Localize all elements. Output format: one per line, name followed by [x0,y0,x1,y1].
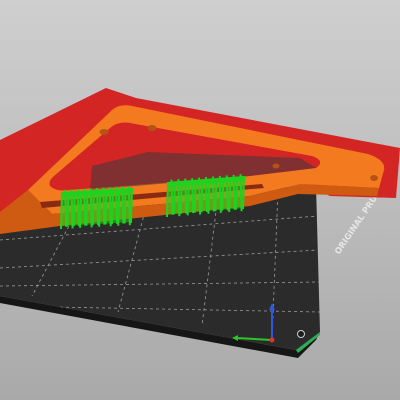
support-pillar [60,191,63,230]
support-pillar [228,177,232,213]
support-pillar [123,188,127,224]
support-pillar [72,191,76,227]
bed-mount-hole [297,330,305,338]
support-pillar [85,190,89,226]
support-pillar [207,178,211,214]
model-hole [99,129,109,135]
scene-canvas[interactable]: ORIGINAL PRUSA MI [0,0,400,400]
support-pillar [98,189,102,227]
support-block-left [60,186,133,230]
support-pillar [66,191,70,227]
support-pillar [104,189,108,225]
support-pillar [186,180,190,216]
support-pillar [130,187,133,224]
axis-z-marker [269,337,275,343]
model-hole [272,163,280,169]
support-pillar [91,190,95,226]
model-hole [370,175,378,181]
support-pillar [166,181,169,218]
model-hole [147,125,157,131]
support-pillar [79,190,83,228]
support-pillar [117,188,121,226]
3d-viewport[interactable]: ORIGINAL PRUSA MI [0,0,400,400]
support-pillar [110,189,114,225]
